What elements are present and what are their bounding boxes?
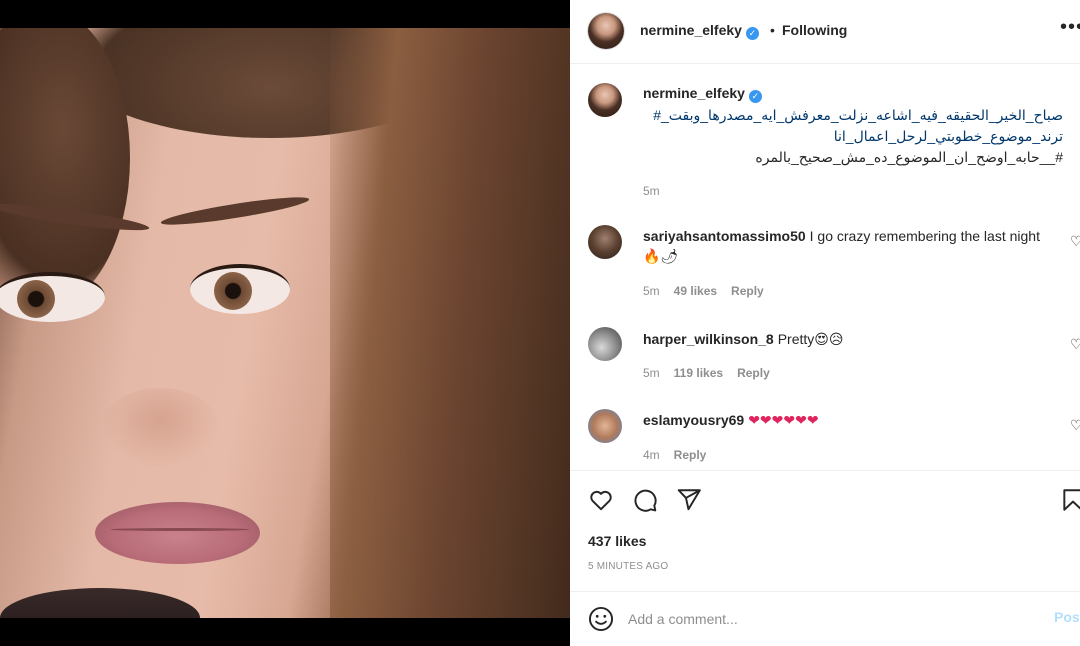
- comments-list[interactable]: nermine_elfeky ✓ صباح_الخير_الحقيقه_فيه_ا…: [570, 65, 1080, 470]
- comment-username[interactable]: sariyahsantomassimo50: [643, 228, 806, 244]
- comment-like-icon[interactable]: ♡: [1070, 336, 1080, 353]
- photo-hair-left: [0, 28, 130, 308]
- reply-button[interactable]: Reply: [737, 366, 770, 380]
- author-username-text[interactable]: nermine_elfeky: [640, 22, 742, 38]
- verified-badge-icon: ✓: [745, 27, 759, 40]
- post-time: 5 MINUTES AGO: [588, 561, 669, 572]
- comment-like-icon[interactable]: ♡: [1070, 417, 1080, 434]
- comment-input[interactable]: [628, 608, 1028, 630]
- post-sidebar: nermine_elfeky✓ • Following ••• nermine_…: [570, 0, 1080, 646]
- comment-time: 5m: [643, 284, 660, 298]
- comment-like-icon[interactable]: ♡: [1070, 233, 1080, 250]
- bookmark-icon[interactable]: [1060, 487, 1080, 513]
- caption-time: 5m: [643, 184, 660, 198]
- caption-line-3: #__حابه_اوضح_ان_الموضوع_ده_مش_صحيح_بالمر…: [755, 149, 1063, 165]
- caption-time-text: 5m: [643, 184, 660, 198]
- comment-text: ❤❤❤❤❤❤: [748, 412, 819, 428]
- post-comment-button[interactable]: Post: [1054, 609, 1080, 625]
- comment-likes[interactable]: 49 likes: [674, 284, 717, 298]
- comment-meta: 5m 119 likes Reply: [643, 366, 770, 380]
- comment-text: Pretty😍😥: [777, 331, 844, 347]
- photo-lips: [95, 502, 260, 564]
- comment-time: 4m: [643, 448, 660, 462]
- verified-badge-icon: ✓: [748, 90, 762, 103]
- photo-nose: [100, 388, 220, 468]
- emoji-icon[interactable]: [588, 606, 614, 632]
- instagram-post-view: nermine_elfeky✓ • Following ••• nermine_…: [0, 0, 1080, 646]
- reply-button[interactable]: Reply: [674, 448, 707, 462]
- comment-item: eslamyousry69 ❤❤❤❤❤❤: [643, 410, 1043, 430]
- photo-hair-right: [330, 28, 570, 618]
- caption-text: صباح_الخير_الحقيقه_فيه_اشاعه_نزلت_معرفش_…: [643, 105, 1063, 168]
- comment-avatar[interactable]: [588, 409, 622, 443]
- post-actions: 437 likes 5 MINUTES AGO Post: [570, 470, 1080, 646]
- caption-username[interactable]: nermine_elfeky ✓: [643, 85, 762, 103]
- likes-count[interactable]: 437 likes: [588, 533, 646, 549]
- author-avatar[interactable]: [588, 13, 624, 49]
- comment-meta: 5m 49 likes Reply: [643, 284, 764, 298]
- heart-icon[interactable]: [588, 487, 614, 513]
- caption-hashtag-line-2[interactable]: ترند_موضوع_خطوبتي_لرحل_اعمال_انا: [643, 126, 1063, 147]
- more-options-icon[interactable]: •••: [1060, 16, 1080, 39]
- photo-eye-right: [190, 264, 290, 314]
- comment-meta: 4m Reply: [643, 448, 706, 462]
- photo-brow-right: [159, 192, 311, 230]
- comment-likes[interactable]: 119 likes: [674, 366, 723, 380]
- photo-eye-left: [0, 272, 105, 322]
- reply-button[interactable]: Reply: [731, 284, 764, 298]
- caption-avatar[interactable]: [588, 83, 622, 117]
- header-separator: •: [770, 22, 775, 38]
- comment-username[interactable]: harper_wilkinson_8: [643, 331, 774, 347]
- comment-item: sariyahsantomassimo50 I go crazy remember…: [643, 226, 1043, 266]
- share-icon[interactable]: [676, 487, 702, 513]
- photo-lip-line: [110, 528, 250, 531]
- comment-avatar[interactable]: [588, 225, 622, 259]
- following-button[interactable]: Following: [782, 22, 847, 38]
- post-header: nermine_elfeky✓ • Following •••: [570, 0, 1080, 64]
- comment-time: 5m: [643, 366, 660, 380]
- comment-item: harper_wilkinson_8 Pretty😍😥: [643, 329, 1043, 349]
- comment-avatar[interactable]: [588, 327, 622, 361]
- caption-username-text[interactable]: nermine_elfeky: [643, 85, 745, 101]
- photo-shoulder: [0, 588, 200, 618]
- post-photo[interactable]: [0, 28, 570, 618]
- post-image-panel: [0, 0, 570, 646]
- comment-icon[interactable]: [632, 487, 658, 513]
- comment-bar: Post: [570, 591, 1080, 646]
- caption-hashtag-line-1[interactable]: صباح_الخير_الحقيقه_فيه_اشاعه_نزلت_معرفش_…: [643, 105, 1063, 126]
- author-username[interactable]: nermine_elfeky ✓: [640, 22, 759, 40]
- comment-username[interactable]: eslamyousry69: [643, 412, 744, 428]
